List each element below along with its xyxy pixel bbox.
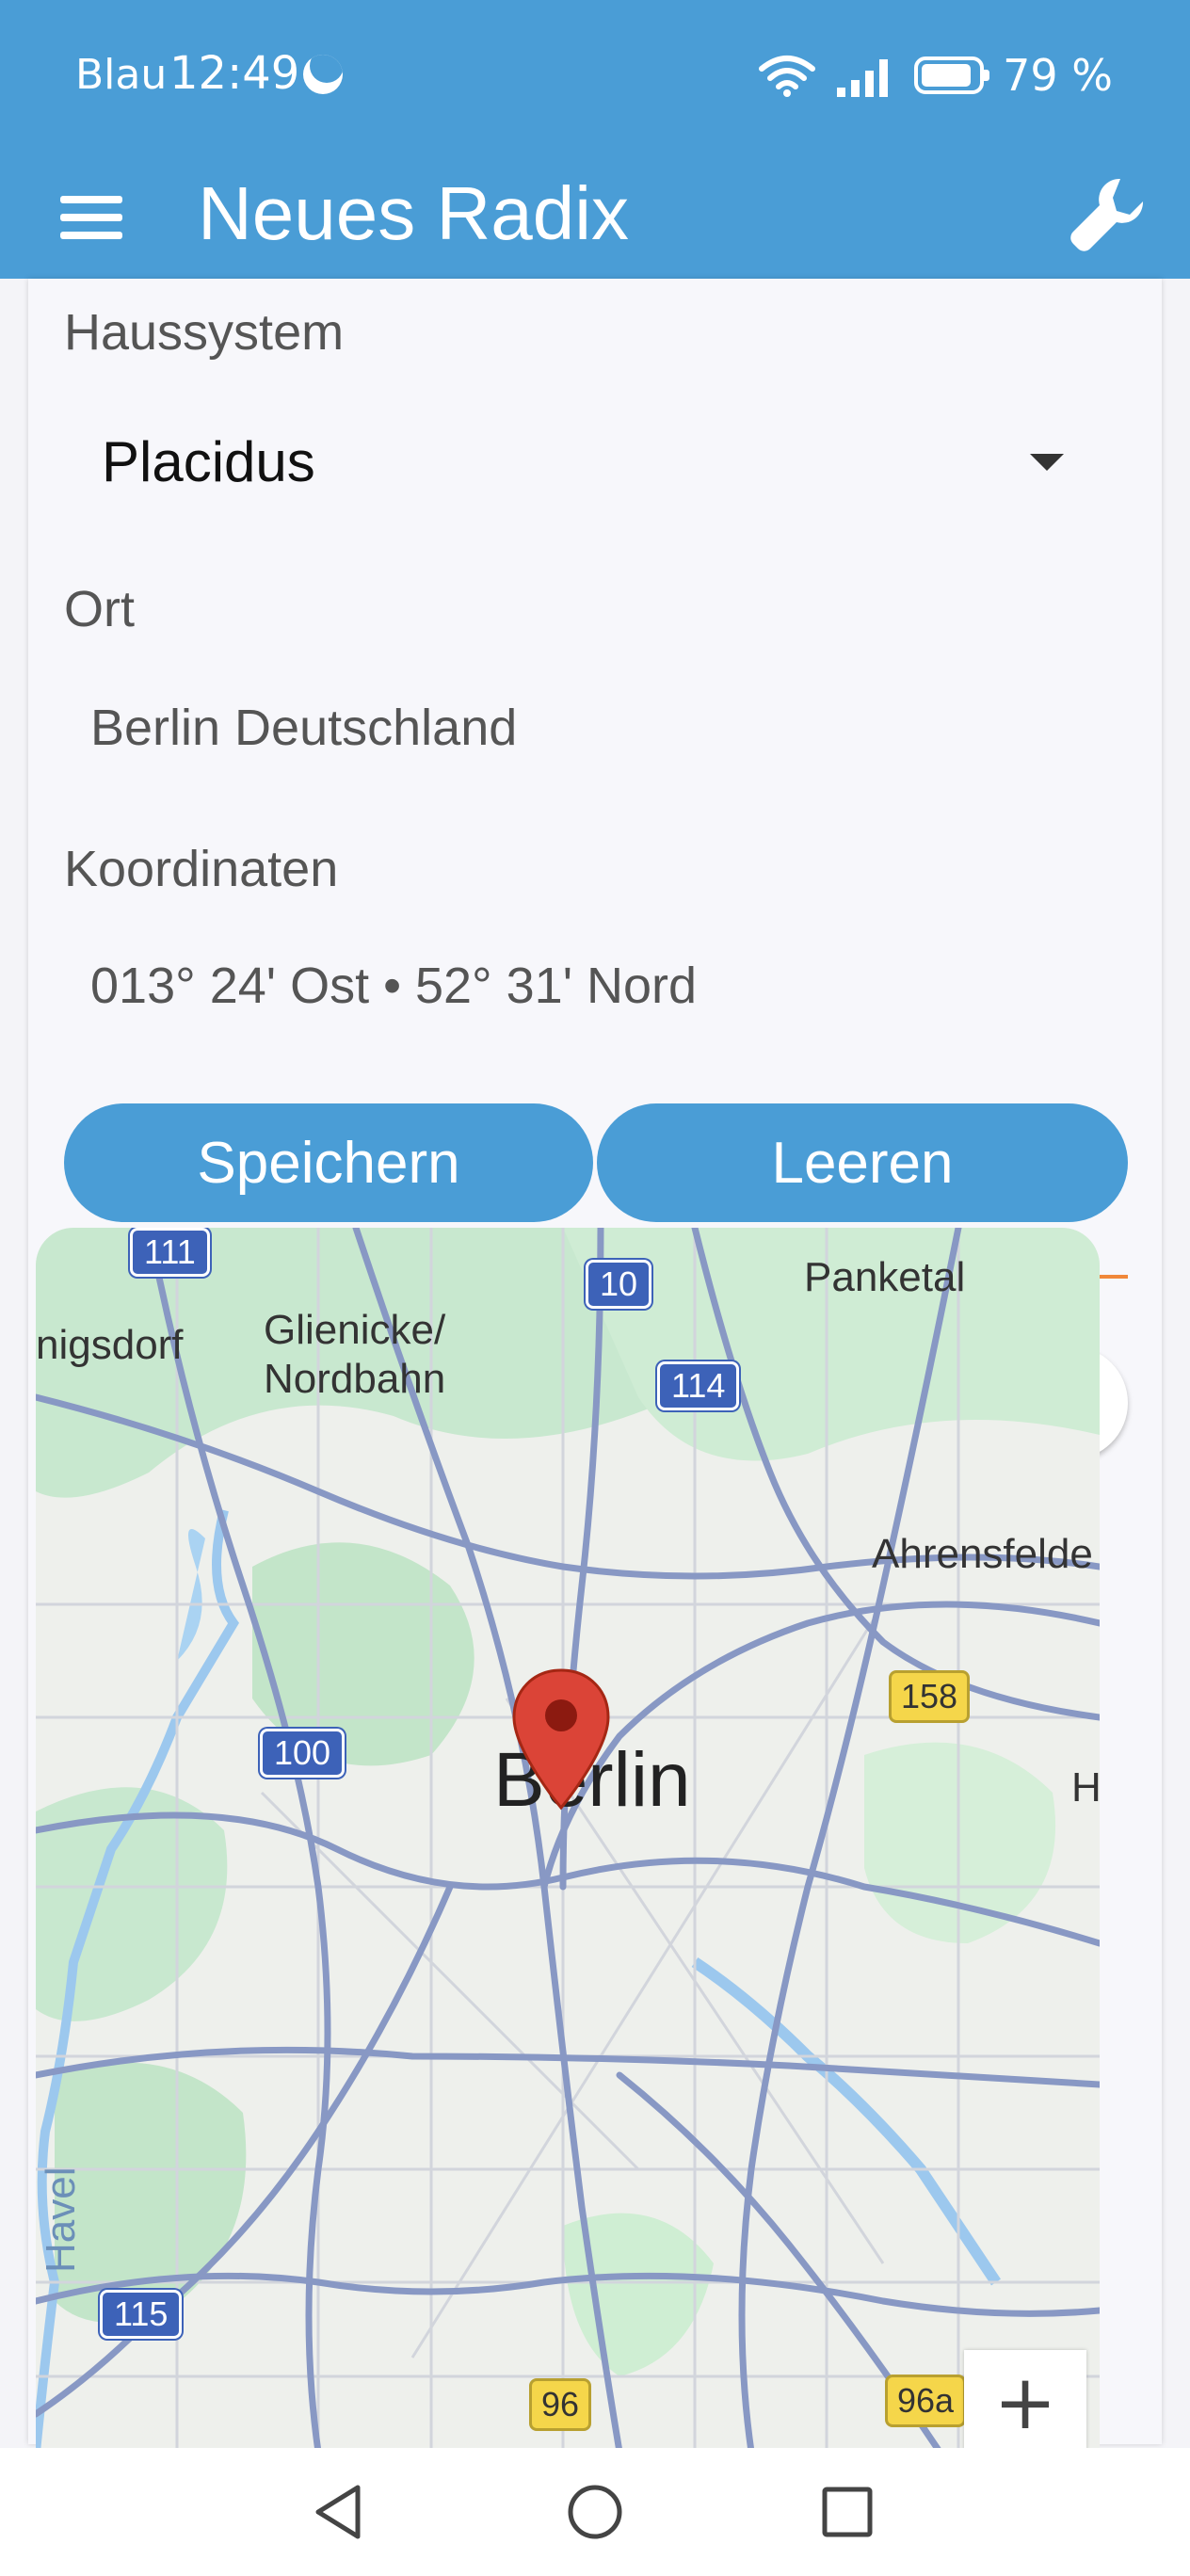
map-place-label: nigsdorf	[36, 1322, 184, 1368]
home-icon[interactable]	[565, 2482, 625, 2542]
status-bar: Blau 12:49 79 %	[0, 0, 1190, 153]
coordinates-label: Koordinaten	[64, 841, 339, 897]
route-shield: 96	[529, 2378, 592, 2431]
recent-apps-icon[interactable]	[821, 2486, 874, 2538]
clear-button[interactable]: Leeren	[597, 1103, 1128, 1222]
status-icons: 79 %	[758, 47, 1113, 104]
map-place-label: Panketal	[804, 1254, 966, 1300]
carrier-name: Blau	[75, 51, 168, 99]
map-pin-icon[interactable]	[510, 1666, 612, 1817]
app-bar: Neues Radix	[0, 153, 1190, 279]
coordinates-field[interactable]: 013° 24' Ost • 52° 31' Nord	[90, 957, 697, 1015]
map-tiles	[36, 1228, 1100, 2452]
wrench-icon[interactable]	[1066, 173, 1149, 256]
map-place-label: H	[1071, 1764, 1100, 1811]
battery-level: 79 %	[1003, 50, 1113, 101]
back-icon[interactable]	[311, 2482, 367, 2542]
route-shield: 111	[130, 1228, 210, 1277]
chevron-down-icon[interactable]	[1030, 454, 1064, 471]
house-system-label: Haussystem	[64, 304, 345, 361]
route-shield: 115	[100, 2290, 183, 2339]
menu-icon[interactable]	[60, 185, 126, 247]
page-title: Neues Radix	[198, 171, 630, 255]
clock: 12:49	[169, 47, 300, 100]
battery-icon	[914, 56, 990, 94]
route-shield: 114	[657, 1361, 740, 1410]
do-not-disturb-icon	[303, 55, 343, 94]
system-nav-bar	[0, 2448, 1190, 2576]
zoom-in-button[interactable]: +	[964, 2350, 1086, 2454]
route-shield: 10	[586, 1260, 652, 1309]
place-label: Ort	[64, 581, 135, 637]
save-button[interactable]: Speichern	[64, 1103, 593, 1222]
signal-icon	[837, 59, 889, 97]
route-shield: 158	[889, 1670, 971, 1723]
route-shield: 100	[260, 1729, 346, 1778]
map-place-label: Glienicke/	[264, 1307, 446, 1353]
map-place-label: Nordbahn	[264, 1356, 446, 1402]
house-system-value: Placidus	[102, 430, 315, 493]
wifi-icon	[759, 56, 816, 97]
map-place-label: Havel	[38, 2166, 84, 2274]
map-place-label: Ahrensfelde	[872, 1531, 1093, 1577]
route-shield: 96a	[885, 2375, 967, 2427]
map-view[interactable]: Panketal nigsdorf Glienicke/ Nordbahn Ah…	[36, 1228, 1100, 2452]
place-field[interactable]: Berlin Deutschland	[90, 699, 517, 757]
